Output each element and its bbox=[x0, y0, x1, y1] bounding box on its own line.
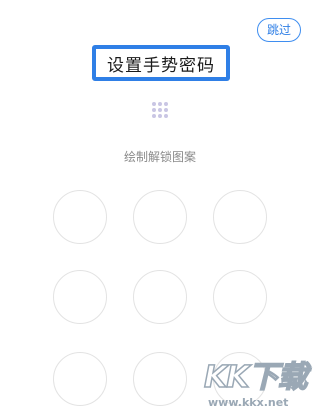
pattern-preview-icon bbox=[152, 102, 168, 118]
skip-button[interactable]: 跳过 bbox=[257, 18, 301, 42]
pattern-node-7[interactable] bbox=[53, 352, 107, 406]
preview-dot bbox=[158, 102, 162, 106]
pattern-node-1[interactable] bbox=[53, 190, 107, 244]
preview-dot bbox=[164, 108, 168, 112]
watermark-logo: KK下载 bbox=[203, 359, 308, 396]
watermark: KK下载 www.kkx.net bbox=[200, 352, 320, 414]
pattern-node-3[interactable] bbox=[213, 190, 267, 244]
instruction-text: 绘制解锁图案 bbox=[123, 150, 196, 164]
preview-dot bbox=[158, 114, 162, 118]
preview-dot bbox=[164, 114, 168, 118]
preview-dot bbox=[158, 108, 162, 112]
pattern-node-5[interactable] bbox=[133, 270, 187, 324]
preview-dot bbox=[164, 102, 168, 106]
pattern-node-6[interactable] bbox=[213, 270, 267, 324]
pattern-node-4[interactable] bbox=[53, 270, 107, 324]
watermark-url: www.kkx.net bbox=[208, 396, 289, 409]
pattern-node-2[interactable] bbox=[133, 190, 187, 244]
title-highlight-box: 设置手势密码 bbox=[92, 45, 230, 81]
pattern-node-8[interactable] bbox=[133, 352, 187, 406]
preview-dot bbox=[152, 108, 156, 112]
page-title: 设置手势密码 bbox=[107, 55, 215, 76]
preview-dot bbox=[152, 102, 156, 106]
preview-dot bbox=[152, 114, 156, 118]
